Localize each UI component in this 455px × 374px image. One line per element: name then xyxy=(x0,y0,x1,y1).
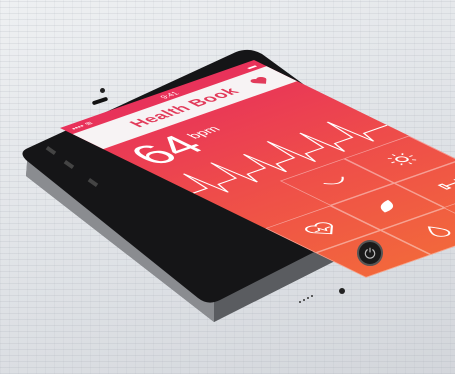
front-camera xyxy=(100,88,105,93)
scale-icon xyxy=(323,176,344,185)
sun-icon xyxy=(387,153,416,166)
heart-pulse-icon xyxy=(305,222,334,235)
dumbbell-icon xyxy=(437,178,455,190)
home-button[interactable] xyxy=(357,240,383,266)
heart-icon xyxy=(250,77,267,84)
heart-rate-unit: bpm xyxy=(182,123,224,141)
drop-icon xyxy=(427,226,451,237)
power-icon xyxy=(364,247,376,259)
leaf-icon xyxy=(380,199,393,213)
